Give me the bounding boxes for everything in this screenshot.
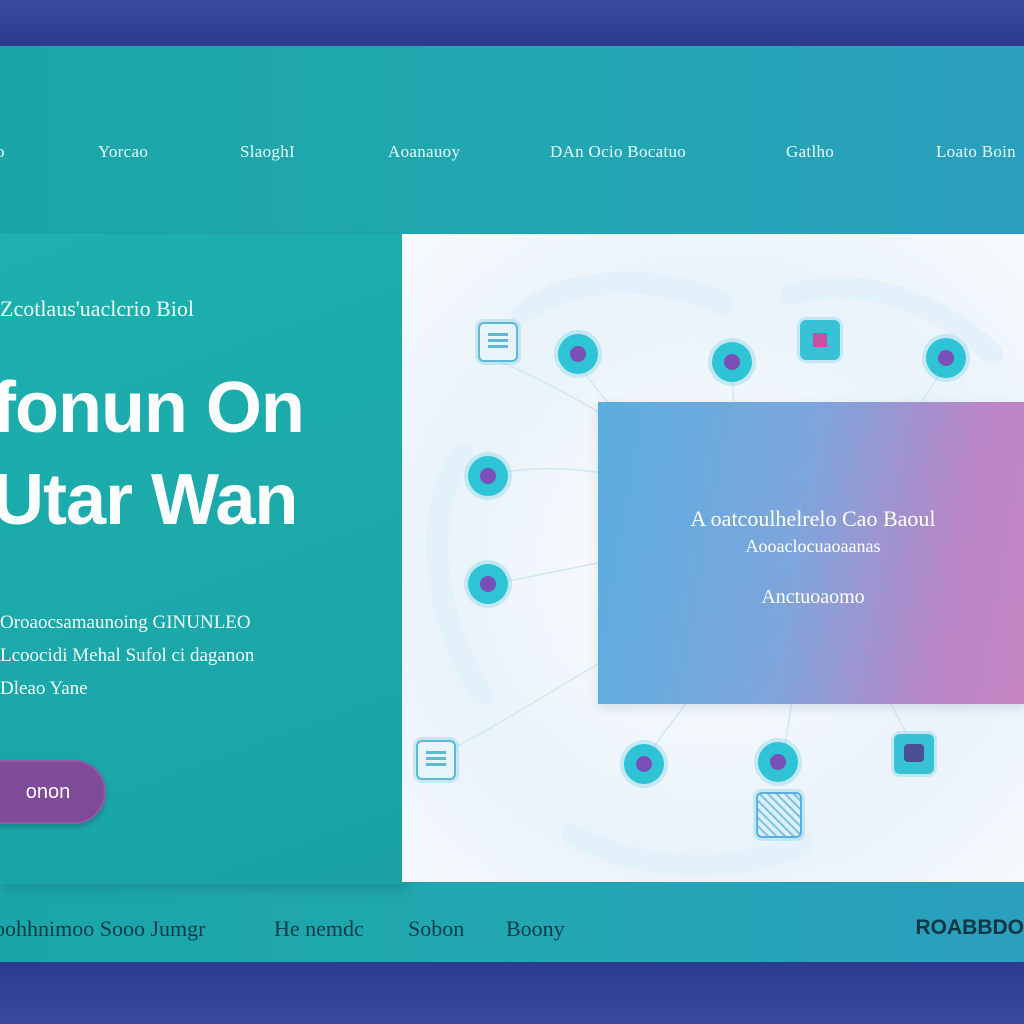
node-icon bbox=[468, 564, 508, 604]
document-icon bbox=[416, 740, 456, 780]
document-icon bbox=[478, 322, 518, 362]
hero-title: fonun On Utar Wan bbox=[0, 362, 305, 546]
node-icon bbox=[624, 744, 664, 784]
hero-desc-line-3: Dleao Yane bbox=[0, 678, 88, 699]
node-icon bbox=[558, 334, 598, 374]
app-tile-icon bbox=[800, 320, 840, 360]
node-icon bbox=[468, 456, 508, 496]
nav-item-3[interactable]: SlaoghI bbox=[240, 142, 295, 162]
hero-desc-line-2: Lcoocidi Mehal Sufol ci daganon bbox=[0, 645, 255, 666]
nav-item-5[interactable]: DAn Ocio Bocatuo bbox=[550, 142, 686, 162]
grid-icon bbox=[756, 792, 802, 838]
hero-text-panel: Zcotlaus'uaclcrio Biol fonun On Utar Wan… bbox=[0, 234, 404, 884]
nav-item-1[interactable]: o bbox=[0, 142, 5, 162]
node-icon bbox=[712, 342, 752, 382]
hero-title-line-2: Utar Wan bbox=[0, 460, 298, 540]
top-navigation: o Yorcao SlaoghI Aoanauoy DAn Ocio Bocat… bbox=[0, 120, 1024, 184]
node-icon bbox=[758, 742, 798, 782]
footer-link-4[interactable]: Boony bbox=[506, 916, 565, 942]
nav-item-2[interactable]: Yorcao bbox=[98, 142, 148, 162]
nav-item-7[interactable]: Loato Boin bbox=[936, 142, 1016, 162]
hero-title-line-1: fonun On bbox=[0, 368, 305, 448]
nav-item-6[interactable]: Gatlho bbox=[786, 142, 834, 162]
bottom-strip bbox=[0, 962, 1024, 1024]
card-link[interactable]: Anctuoaomo bbox=[598, 586, 1024, 609]
footer: oohhnimoo Sooo Jumgr He nemdc Sobon Boon… bbox=[0, 906, 1024, 956]
hero-kicker: Zcotlaus'uaclcrio Biol bbox=[0, 296, 194, 322]
node-icon bbox=[926, 338, 966, 378]
card-subline: Aooaclocuaoaanas bbox=[745, 536, 881, 556]
footer-link-1[interactable]: oohhnimoo Sooo Jumgr bbox=[0, 916, 205, 942]
hero-kicker-text: Zcotlaus'uaclcrio Biol bbox=[0, 296, 194, 321]
card-headline: A oatcoulhelrelo Cao Baoul bbox=[690, 506, 936, 531]
top-strip bbox=[0, 0, 1024, 46]
app-tile-icon bbox=[894, 734, 934, 774]
hero-illustration: A oatcoulhelrelo Cao Baoul Aooaclocuaoaa… bbox=[402, 234, 1024, 882]
hero-desc-line-1: Oroaocsamaunoing GINUNLEO bbox=[0, 612, 251, 633]
hero-cta-label: onon bbox=[25, 780, 71, 803]
hero-cta-button[interactable]: onon bbox=[0, 760, 106, 824]
footer-brand: ROABBDO bbox=[915, 916, 1024, 939]
hero-feature-card[interactable]: A oatcoulhelrelo Cao Baoul Aooaclocuaoaa… bbox=[598, 402, 1024, 704]
nav-item-4[interactable]: Aoanauoy bbox=[388, 142, 460, 162]
hero-description: Oroaocsamaunoing GINUNLEO Lcoocidi Mehal… bbox=[0, 606, 360, 705]
footer-link-2[interactable]: He nemdc bbox=[274, 916, 364, 942]
footer-link-3[interactable]: Sobon bbox=[408, 916, 464, 942]
